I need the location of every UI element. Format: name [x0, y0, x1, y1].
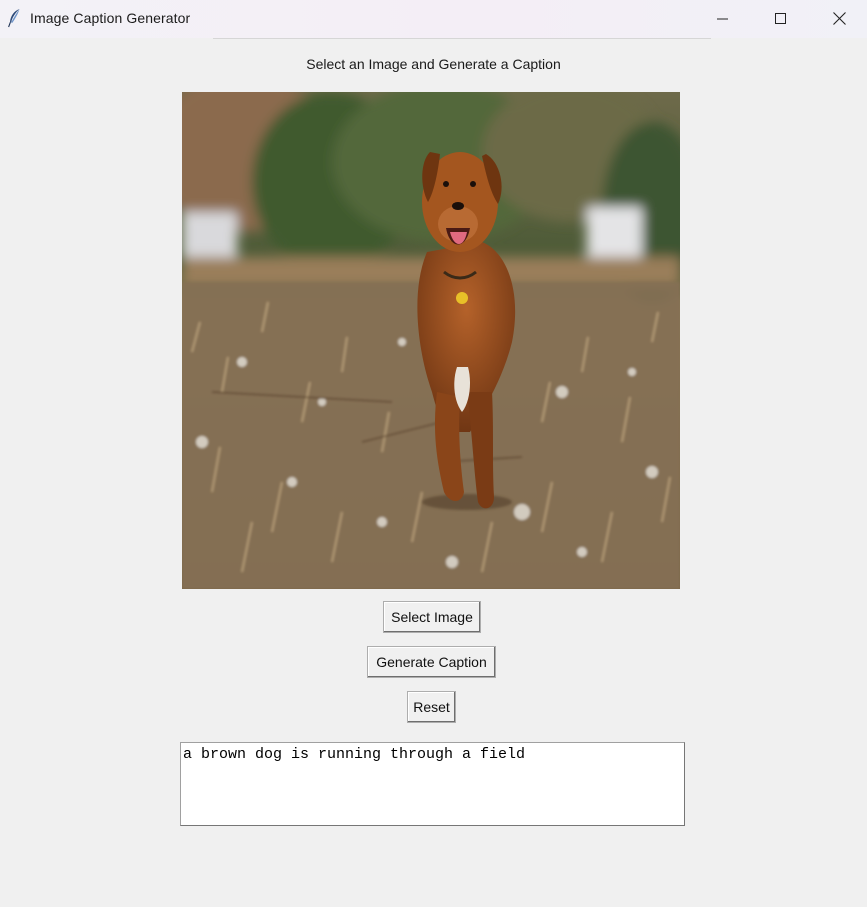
close-button[interactable]	[810, 0, 867, 38]
feather-icon	[7, 8, 23, 28]
caption-output[interactable]: a brown dog is running through a field	[180, 742, 685, 826]
title-divider	[213, 38, 711, 39]
reset-button[interactable]: Reset	[407, 691, 456, 723]
select-image-button[interactable]: Select Image	[383, 601, 481, 633]
close-icon	[832, 10, 846, 29]
window-title: Image Caption Generator	[30, 10, 191, 26]
generate-caption-button[interactable]: Generate Caption	[367, 646, 496, 678]
page-heading: Select an Image and Generate a Caption	[306, 56, 561, 72]
title-bar: Image Caption Generator	[0, 0, 867, 38]
maximize-icon	[775, 10, 787, 29]
minimize-button[interactable]	[694, 0, 752, 38]
preview-image	[182, 92, 680, 589]
minimize-icon	[717, 10, 729, 29]
maximize-button[interactable]	[752, 0, 810, 38]
